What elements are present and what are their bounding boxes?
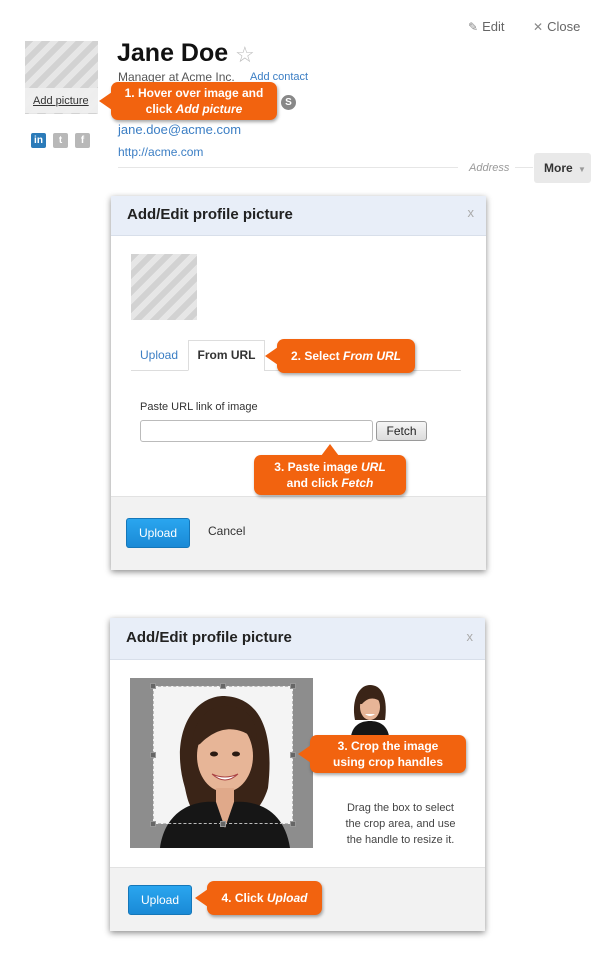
upload-button[interactable]: Upload [128, 885, 192, 915]
pencil-icon: ✎ [468, 20, 479, 34]
favorite-star-icon[interactable]: ☆ [235, 42, 255, 68]
dialog-close-icon[interactable]: x [468, 205, 475, 220]
crop-handle[interactable] [150, 821, 156, 827]
callout-select-from-url: 2. Select From URL [277, 339, 415, 373]
fetch-button[interactable]: Fetch [376, 421, 427, 441]
profile-picture-dialog-url: Add/Edit profile picture x Upload From U… [111, 196, 486, 570]
dialog-title: Add/Edit profile picture [127, 206, 293, 223]
profile-name: Jane Doe [117, 39, 229, 67]
crop-box[interactable] [153, 686, 293, 824]
facebook-icon[interactable]: f [75, 133, 90, 148]
callout-hover-image: 1. Hover over image and click Add pictur… [111, 82, 277, 120]
skype-icon[interactable]: S [281, 95, 296, 110]
tab-underline [131, 370, 188, 371]
crop-help-text: Drag the box to select the crop area, an… [345, 802, 456, 846]
crop-handle[interactable] [290, 752, 296, 758]
dialog-footer: Upload Cancel [111, 496, 486, 570]
callout-crop-image: 3. Crop the image using crop handles [310, 735, 466, 773]
address-label: Address [469, 162, 510, 174]
divider [515, 167, 533, 168]
picture-preview-placeholder [131, 254, 197, 320]
cancel-button[interactable]: Cancel [208, 524, 245, 538]
dialog-title: Add/Edit profile picture [126, 629, 292, 646]
upload-button[interactable]: Upload [126, 518, 190, 548]
linkedin-icon[interactable]: in [31, 133, 46, 148]
dialog-close-icon[interactable]: x [467, 629, 474, 644]
add-picture-link[interactable]: Add picture [33, 95, 89, 107]
crop-handle[interactable] [290, 683, 296, 689]
profile-website[interactable]: http://acme.com [118, 145, 203, 159]
crop-image-area[interactable] [130, 678, 313, 848]
social-icons: in t f [31, 133, 90, 148]
tab-upload[interactable]: Upload [140, 348, 178, 362]
dialog-header: Add/Edit profile picture x [111, 196, 486, 236]
chevron-down-icon: ▼ [578, 165, 586, 174]
crop-handle[interactable] [290, 821, 296, 827]
more-dropdown-button[interactable]: More ▼ [534, 153, 591, 183]
close-button[interactable]: ✕ Close [533, 19, 580, 34]
crop-handle[interactable] [220, 683, 226, 689]
crop-handle[interactable] [150, 752, 156, 758]
portrait-thumbnail [345, 680, 393, 736]
crop-handle[interactable] [220, 821, 226, 827]
callout-paste-url: 3. Paste image URL and click Fetch [254, 455, 406, 495]
url-field-label: Paste URL link of image [140, 401, 258, 413]
dialog-header: Add/Edit profile picture x [110, 618, 485, 660]
divider [118, 167, 458, 168]
close-icon: ✕ [533, 20, 544, 34]
tab-from-url[interactable]: From URL [188, 340, 265, 371]
crop-preview-thumbnail [345, 680, 393, 736]
profile-email[interactable]: jane.doe@acme.com [118, 122, 241, 137]
edit-button[interactable]: ✎ Edit [468, 19, 504, 34]
image-url-input[interactable] [140, 420, 373, 442]
crop-handle[interactable] [150, 683, 156, 689]
callout-click-upload: 4. Click Upload [207, 881, 322, 915]
twitter-icon[interactable]: t [53, 133, 68, 148]
